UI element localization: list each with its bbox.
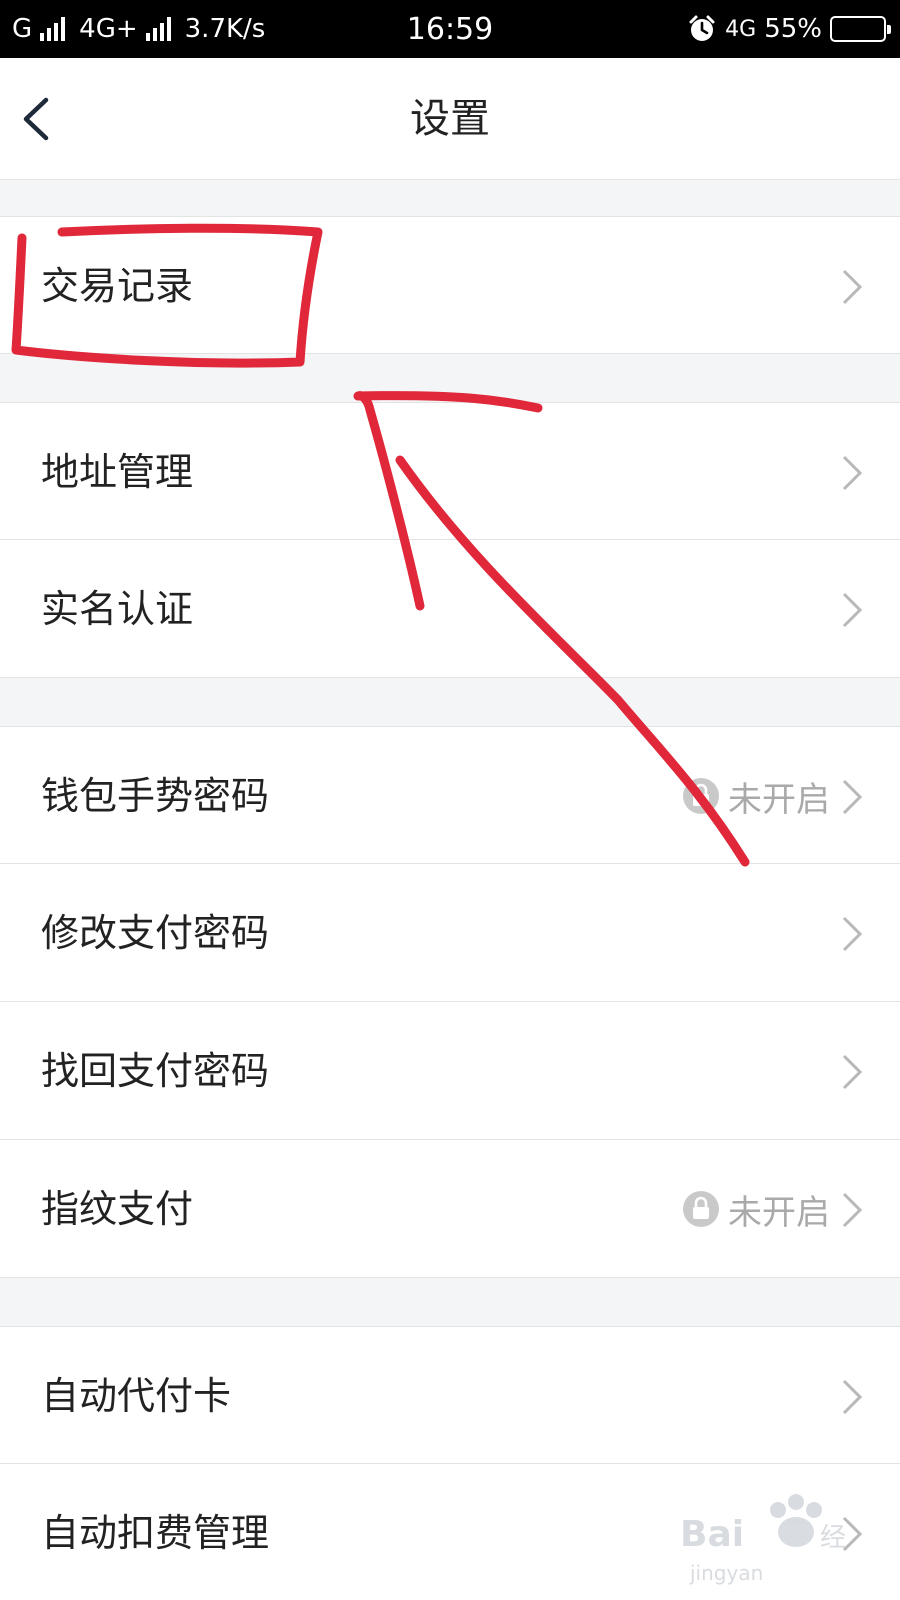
row-label: 修改支付密码 bbox=[41, 911, 270, 955]
settings-row-address-management[interactable]: 地址管理 bbox=[0, 402, 900, 540]
signal-icon bbox=[40, 17, 66, 41]
status-right: 4G 55% bbox=[687, 14, 891, 44]
network-type: 4G bbox=[725, 16, 757, 42]
row-label: 找回支付密码 bbox=[41, 1049, 270, 1093]
lock-icon bbox=[683, 778, 719, 814]
nav-bar: 设置 bbox=[0, 58, 900, 180]
settings-row-change-pay-password[interactable]: 修改支付密码 bbox=[0, 864, 900, 1002]
chevron-right-icon bbox=[842, 455, 863, 491]
svg-text:Bai: Bai bbox=[680, 1514, 744, 1555]
row-label: 地址管理 bbox=[41, 450, 194, 494]
signal-icon bbox=[145, 17, 171, 41]
row-label: 实名认证 bbox=[41, 587, 194, 631]
alarm-icon bbox=[689, 15, 715, 41]
svg-text:jingyan: jingyan bbox=[689, 1561, 763, 1585]
carrier-1: G bbox=[12, 14, 33, 44]
page-title: 设置 bbox=[410, 96, 490, 142]
settings-row-fingerprint-pay[interactable]: 指纹支付 未开启 bbox=[0, 1140, 900, 1278]
lock-icon bbox=[683, 1191, 719, 1227]
status-bar: G 4G+ 3.7K/s 16:59 4G 55% bbox=[0, 0, 900, 58]
settings-row-real-name-auth[interactable]: 实名认证 bbox=[0, 540, 900, 678]
battery-icon bbox=[830, 16, 891, 42]
chevron-right-icon bbox=[842, 592, 863, 628]
chevron-right-icon bbox=[842, 916, 863, 952]
chevron-right-icon bbox=[842, 269, 863, 305]
row-label: 自动扣费管理 bbox=[41, 1511, 270, 1555]
settings-row-gesture-password[interactable]: 钱包手势密码 未开启 bbox=[0, 726, 900, 864]
chevron-right-icon bbox=[842, 1379, 863, 1415]
status-text: 未开启 bbox=[728, 779, 830, 820]
settings-row-transaction-records[interactable]: 交易记录 bbox=[0, 216, 900, 354]
row-label: 钱包手势密码 bbox=[41, 774, 270, 818]
row-status: 未开启 bbox=[682, 1140, 830, 1278]
chevron-right-icon bbox=[842, 1054, 863, 1090]
settings-row-auto-pay-card[interactable]: 自动代付卡 bbox=[0, 1326, 900, 1464]
row-status: 未开启 bbox=[682, 727, 830, 865]
net-speed: 3.7K/s bbox=[184, 14, 266, 44]
chevron-right-icon bbox=[842, 1192, 863, 1228]
chevron-right-icon bbox=[842, 779, 863, 815]
watermark-logo: Bai 经 jingyan bbox=[680, 1494, 846, 1585]
carrier-2: 4G+ bbox=[79, 14, 138, 44]
row-label: 自动代付卡 bbox=[41, 1374, 232, 1418]
battery-percent: 55% bbox=[764, 14, 822, 44]
row-label: 指纹支付 bbox=[41, 1187, 194, 1231]
svg-text:经: 经 bbox=[820, 1523, 846, 1553]
settings-row-recover-pay-password[interactable]: 找回支付密码 bbox=[0, 1002, 900, 1140]
status-text: 未开启 bbox=[728, 1192, 830, 1233]
row-label: 交易记录 bbox=[41, 264, 194, 308]
status-left: G 4G+ 3.7K/s bbox=[12, 14, 265, 44]
